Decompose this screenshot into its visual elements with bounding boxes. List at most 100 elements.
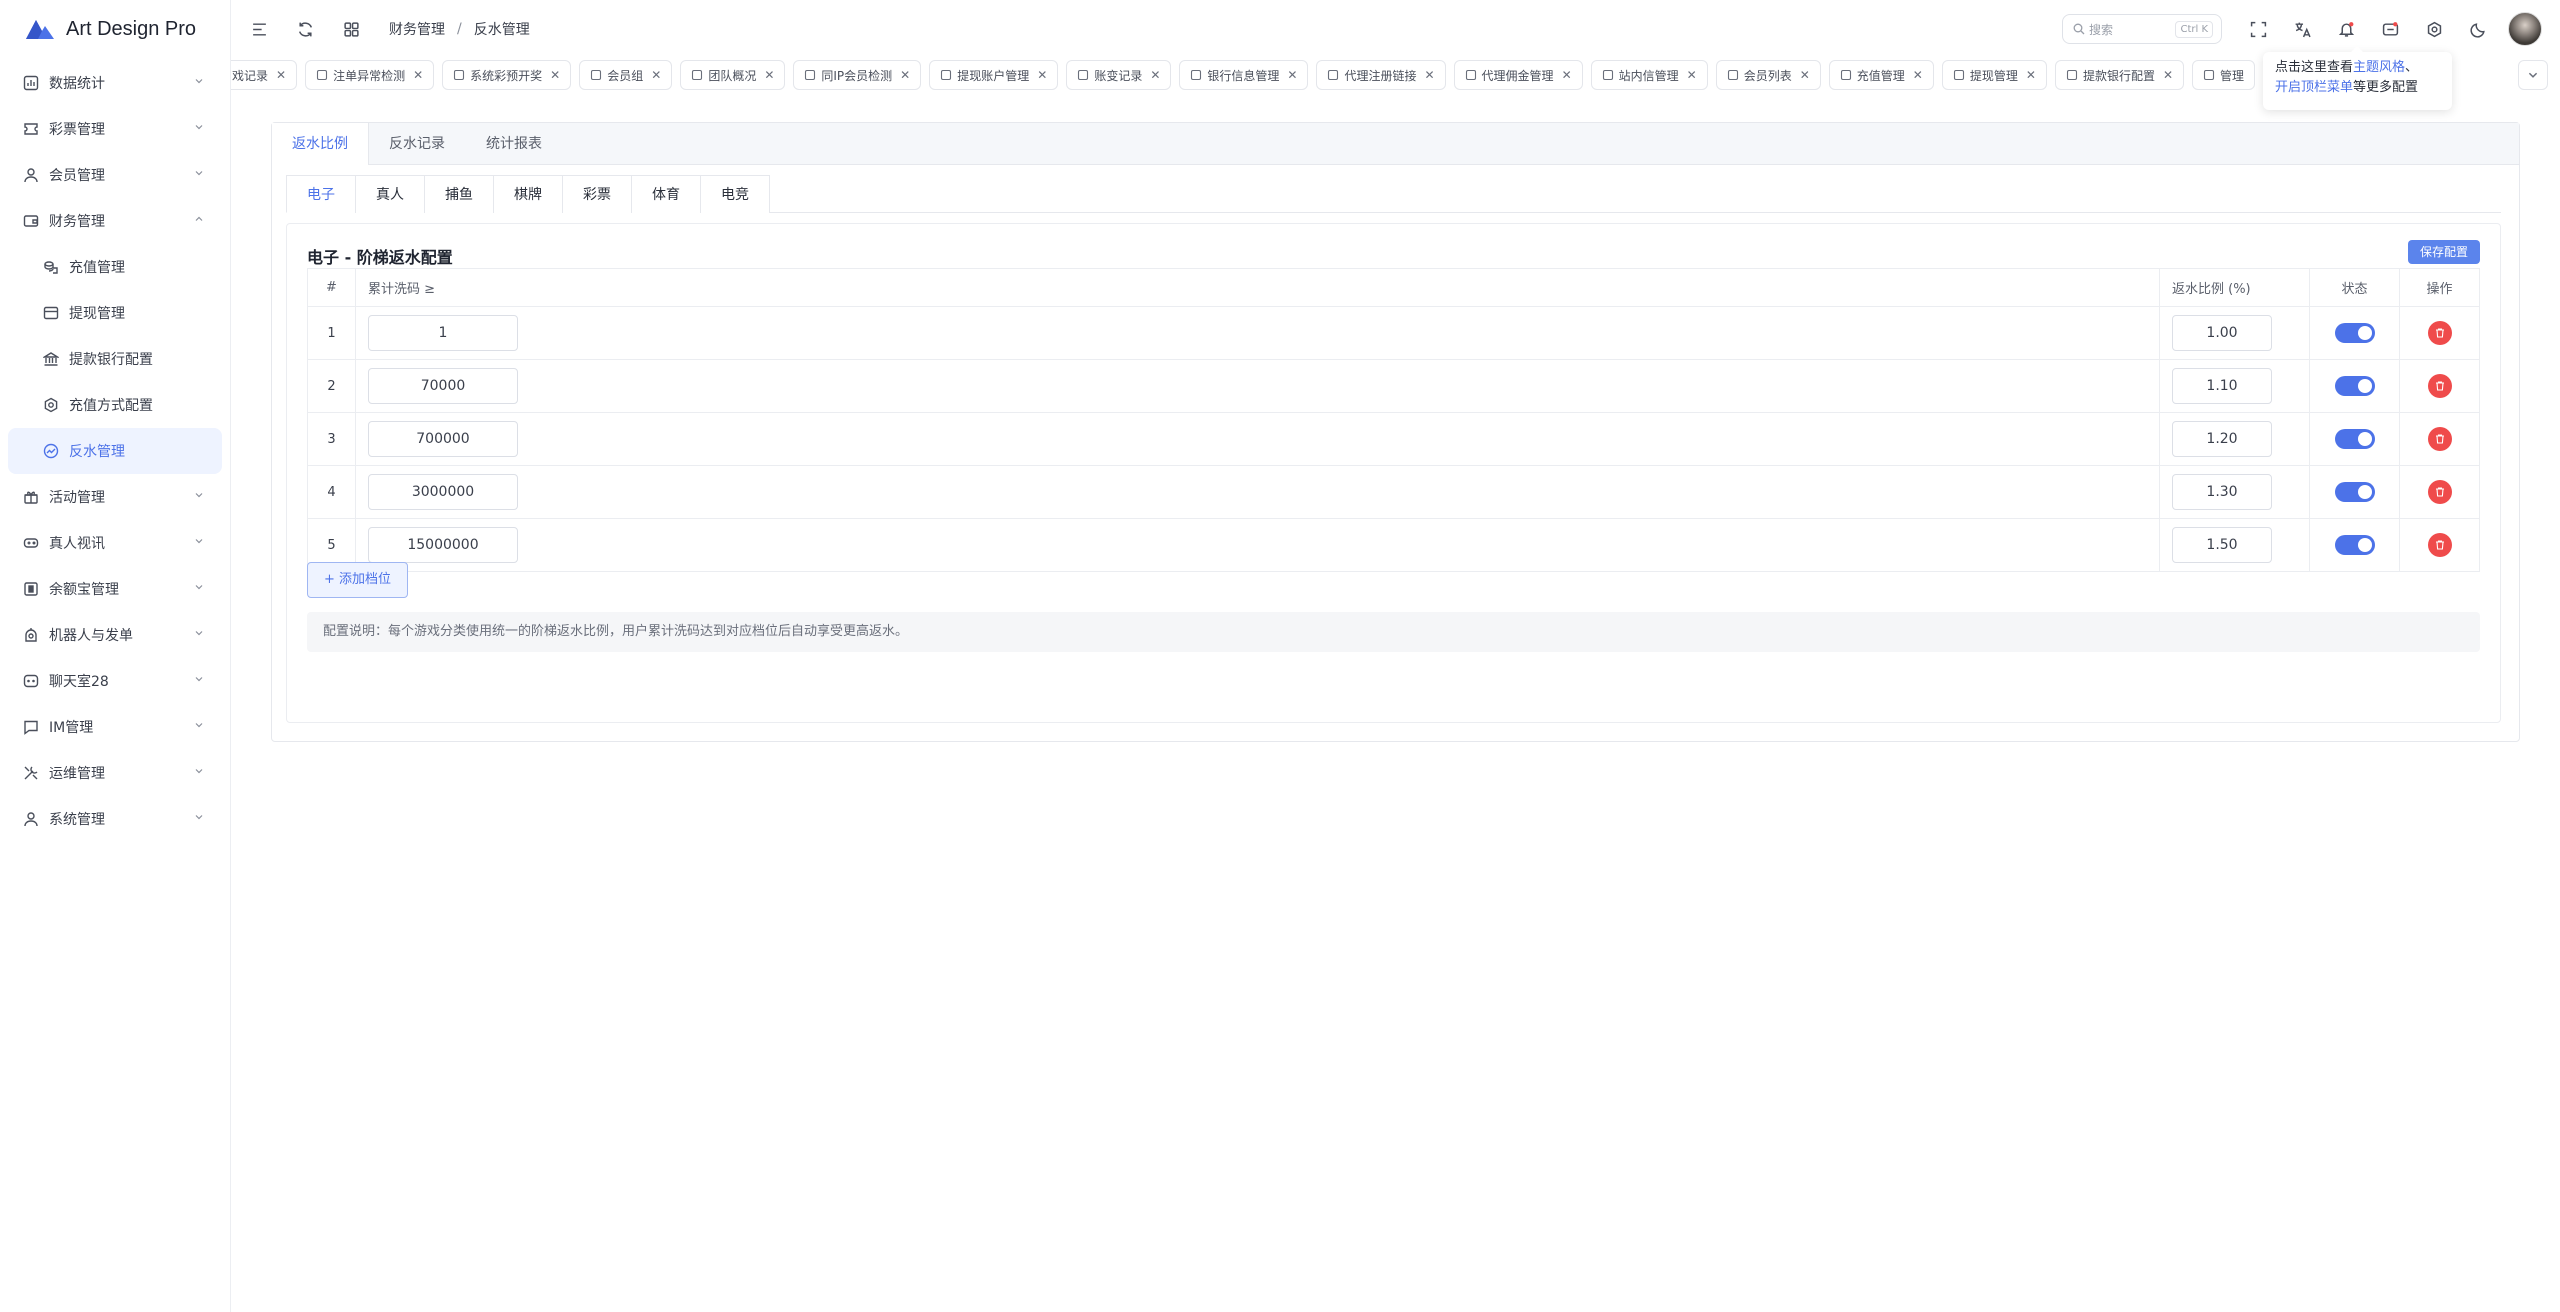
threshold-input[interactable]: 700000 (368, 421, 518, 457)
rate-input[interactable]: 1.00 (2172, 315, 2272, 351)
sidebar-item-recharge[interactable]: 充值管理 (0, 244, 230, 290)
add-tier-button[interactable]: + 添加档位 (307, 562, 409, 598)
notification-bell-icon[interactable] (2336, 19, 2356, 39)
close-icon[interactable]: ✕ (900, 68, 910, 82)
delete-button[interactable] (2427, 321, 2452, 345)
sidebar-item-chatroom[interactable]: 聊天室28 (0, 658, 230, 704)
menu-toggle-icon[interactable] (249, 19, 269, 39)
tab-chess[interactable]: 棋牌 (493, 175, 563, 213)
apps-grid-icon[interactable] (341, 19, 361, 39)
close-icon[interactable]: ✕ (1150, 68, 1160, 82)
worktab[interactable]: 提现管理 ✕ (1941, 60, 2047, 90)
tab-electronic[interactable]: 电子 (286, 175, 356, 213)
close-icon[interactable]: ✕ (1287, 68, 1297, 82)
close-icon[interactable]: ✕ (651, 68, 661, 82)
delete-button[interactable] (2427, 427, 2452, 451)
tab-fishing[interactable]: 捕鱼 (424, 175, 494, 213)
sidebar-item-live-video[interactable]: 真人视讯 (0, 520, 230, 566)
tab-page-icon (2066, 69, 2077, 81)
search-input[interactable]: 搜索 Ctrl K (2062, 14, 2222, 44)
sidebar-item-withdraw[interactable]: 提现管理 (0, 290, 230, 336)
worktab[interactable]: 同IP会员检测 ✕ (793, 60, 922, 90)
rate-input[interactable]: 1.10 (2172, 368, 2272, 404)
close-icon[interactable]: ✕ (2163, 68, 2173, 82)
close-icon[interactable]: ✕ (1037, 68, 1047, 82)
worktab[interactable]: 提现账户管理 ✕ (929, 60, 1059, 90)
tooltip-theme-link[interactable]: 主题风格 (2353, 60, 2405, 75)
tooltip-topbar-link[interactable]: 开启顶栏菜单 (2275, 80, 2353, 95)
fullscreen-icon[interactable] (2248, 19, 2268, 39)
status-toggle[interactable] (2334, 482, 2375, 502)
worktab[interactable]: 会员列表 ✕ (1715, 60, 1821, 90)
worktab[interactable]: 充值管理 ✕ (1828, 60, 1934, 90)
chat-icon[interactable] (2380, 19, 2400, 39)
close-icon[interactable]: ✕ (2026, 68, 2036, 82)
avatar[interactable] (2508, 12, 2542, 46)
gauge-icon (42, 443, 59, 460)
translate-icon[interactable] (2292, 19, 2312, 39)
tab-rebate-records[interactable]: 反水记录 (369, 123, 466, 165)
tab-rebate-ratio[interactable]: 返水比例 (272, 123, 369, 165)
sidebar-item-rebate[interactable]: 反水管理 (8, 428, 222, 474)
close-icon[interactable]: ✕ (1562, 68, 1572, 82)
worktab[interactable]: 戏记录 ✕ (231, 60, 298, 90)
tab-live[interactable]: 真人 (355, 175, 425, 213)
rate-input[interactable]: 1.30 (2172, 474, 2272, 510)
sidebar-item-finance[interactable]: 财务管理 (0, 198, 230, 244)
close-icon[interactable]: ✕ (1424, 68, 1434, 82)
sidebar-item-bank-config[interactable]: 提款银行配置 (0, 336, 230, 382)
tab-sports[interactable]: 体育 (631, 175, 701, 213)
status-toggle[interactable] (2334, 323, 2375, 343)
sidebar-item-robot[interactable]: 机器人与发单 (0, 612, 230, 658)
close-icon[interactable]: ✕ (1687, 68, 1697, 82)
dark-mode-moon-icon[interactable] (2468, 19, 2488, 39)
sidebar-item-lottery[interactable]: 彩票管理 (0, 106, 230, 152)
sidebar-item-ops[interactable]: 运维管理 (0, 750, 230, 796)
status-toggle[interactable] (2334, 429, 2375, 449)
worktab[interactable]: 账变记录 ✕ (1066, 60, 1172, 90)
close-icon[interactable]: ✕ (1913, 68, 1923, 82)
delete-button[interactable] (2427, 480, 2452, 504)
threshold-input[interactable]: 1 (368, 315, 518, 351)
delete-button[interactable] (2427, 533, 2452, 557)
sidebar-item-data-stats[interactable]: 数据统计 (0, 60, 230, 106)
tab-statistics[interactable]: 统计报表 (466, 123, 563, 165)
sidebar-item-im[interactable]: IM管理 (0, 704, 230, 750)
worktab[interactable]: 注单异常检测 ✕ (305, 60, 435, 90)
sidebar-item-system[interactable]: 系统管理 (0, 796, 230, 842)
logo[interactable]: Art Design Pro (0, 0, 230, 58)
breadcrumb-item[interactable]: 财务管理 (389, 19, 445, 39)
close-icon[interactable]: ✕ (413, 68, 423, 82)
status-toggle[interactable] (2334, 535, 2375, 555)
worktab[interactable]: 代理注册链接 ✕ (1316, 60, 1446, 90)
threshold-input[interactable]: 15000000 (368, 527, 518, 563)
worktab[interactable]: 会员组 ✕ (579, 60, 673, 90)
tab-lottery[interactable]: 彩票 (562, 175, 632, 213)
close-icon[interactable]: ✕ (550, 68, 560, 82)
threshold-input[interactable]: 3000000 (368, 474, 518, 510)
save-config-button[interactable]: 保存配置 (2407, 240, 2480, 264)
close-icon[interactable]: ✕ (764, 68, 774, 82)
worktab[interactable]: 系统彩预开奖 ✕ (442, 60, 572, 90)
threshold-input[interactable]: 70000 (368, 368, 518, 404)
sidebar-item-activity[interactable]: 活动管理 (0, 474, 230, 520)
status-toggle[interactable] (2334, 376, 2375, 396)
tab-esports[interactable]: 电竞 (700, 175, 770, 213)
settings-gear-icon[interactable] (2424, 19, 2444, 39)
rate-input[interactable]: 1.20 (2172, 421, 2272, 457)
worktab-more-button[interactable] (2518, 60, 2548, 90)
worktab[interactable]: 提款银行配置 ✕ (2054, 60, 2185, 90)
sidebar-item-members[interactable]: 会员管理 (0, 152, 230, 198)
delete-button[interactable] (2427, 374, 2452, 398)
worktab[interactable]: 管理 (2192, 60, 2256, 90)
worktab[interactable]: 银行信息管理 ✕ (1179, 60, 1309, 90)
close-icon[interactable]: ✕ (1800, 68, 1810, 82)
refresh-icon[interactable] (295, 19, 315, 39)
worktab[interactable]: 代理佣金管理 ✕ (1453, 60, 1583, 90)
sidebar-item-recharge-method[interactable]: 充值方式配置 (0, 382, 230, 428)
close-icon[interactable]: ✕ (276, 68, 286, 82)
sidebar-item-yuebao[interactable]: 余额宝管理 (0, 566, 230, 612)
worktab[interactable]: 站内信管理 ✕ (1590, 60, 1708, 90)
worktab[interactable]: 团队概况 ✕ (680, 60, 786, 90)
rate-input[interactable]: 1.50 (2172, 527, 2272, 563)
